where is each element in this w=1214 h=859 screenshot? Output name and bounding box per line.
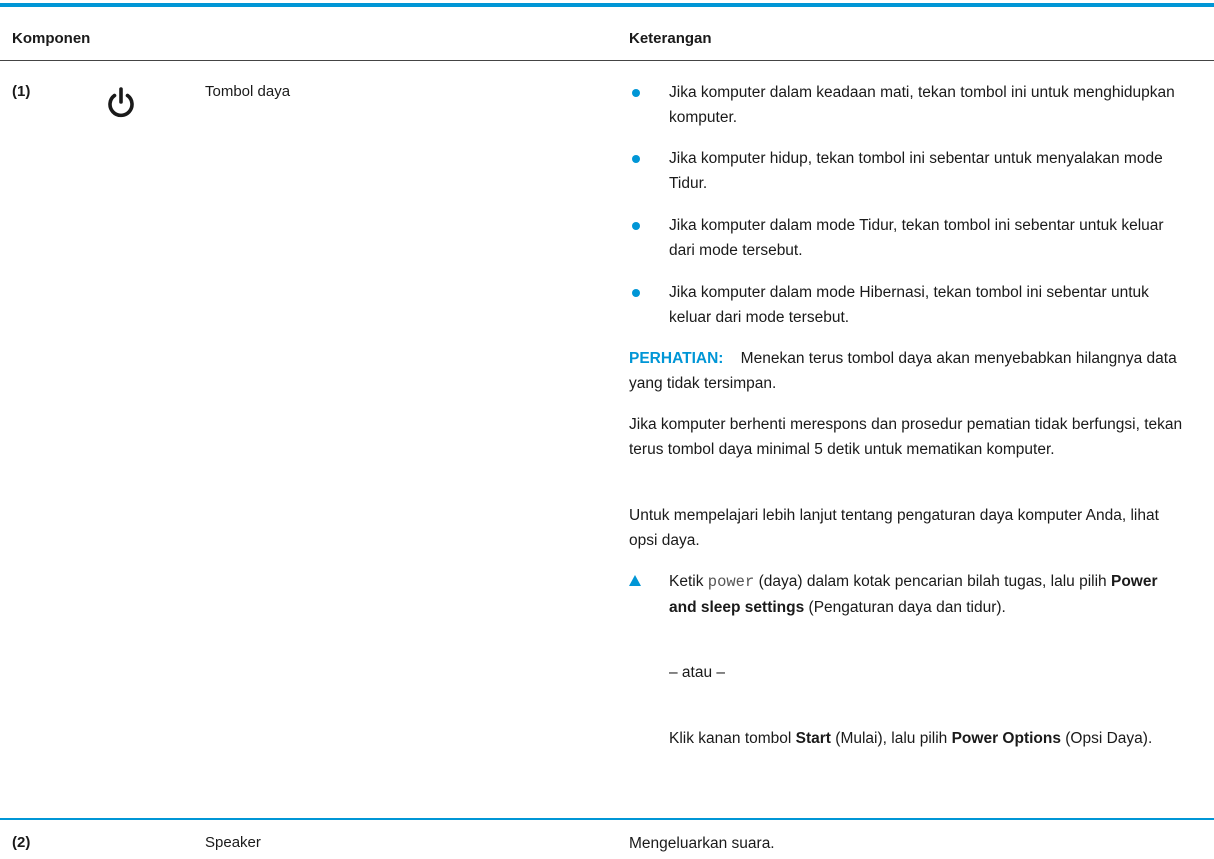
row2-component-name: Speaker	[205, 834, 261, 851]
bullet-text: Jika komputer dalam mode Tidur, tekan to…	[669, 217, 1164, 259]
caution-label: PERHATIAN:	[629, 350, 724, 367]
paragraph-power-settings: Untuk mempelajari lebih lanjut tentang p…	[629, 503, 1189, 553]
paragraph-text: Untuk mempelajari lebih lanjut tentang p…	[629, 507, 1159, 549]
row2-description: Mengeluarkan suara.	[629, 835, 775, 852]
row1-number: (1)	[12, 83, 31, 100]
paragraph-text: Jika komputer berhenti merespons dan pro…	[629, 416, 1183, 458]
power-icon	[104, 86, 138, 120]
or-separator: – atau –	[669, 664, 726, 681]
bullet-dot	[632, 155, 640, 163]
bullet-text: Jika komputer dalam keadaan mati, tekan …	[669, 84, 1175, 126]
step-text: Ketik power (daya) dalam kotak pencarian…	[669, 573, 1158, 616]
header-description: Keterangan	[629, 30, 712, 47]
bullet-item: Jika komputer hidup, tekan tombol ini se…	[629, 146, 1189, 196]
caution-note: PERHATIAN: Menekan terus tombol daya aka…	[629, 346, 1189, 396]
step-item: Ketik power (daya) dalam kotak pencarian…	[629, 569, 1189, 645]
top-rule	[0, 3, 1214, 7]
bullet-text: Jika komputer dalam mode Hibernasi, teka…	[669, 284, 1149, 326]
bullet-dot	[632, 222, 640, 230]
row-divider	[0, 818, 1214, 820]
header-rule	[0, 60, 1214, 61]
row2-number: (2)	[12, 834, 31, 851]
bullet-text: Jika komputer hidup, tekan tombol ini se…	[669, 150, 1163, 192]
bullet-item: Jika komputer dalam mode Hibernasi, teka…	[629, 280, 1189, 330]
paragraph-force-shutdown: Jika komputer berhenti merespons dan pro…	[629, 412, 1189, 462]
bullet-dot	[632, 89, 640, 97]
step-triangle-icon	[629, 575, 641, 586]
bullet-item: Jika komputer dalam keadaan mati, tekan …	[629, 80, 1189, 130]
bullet-item: Jika komputer dalam mode Tidur, tekan to…	[629, 213, 1189, 263]
row1-component-name: Tombol daya	[205, 83, 291, 100]
header-component: Komponen	[12, 30, 91, 47]
bullet-dot	[632, 289, 640, 297]
alt-step-text: Klik kanan tombol Start (Mulai), lalu pi…	[669, 730, 1153, 747]
